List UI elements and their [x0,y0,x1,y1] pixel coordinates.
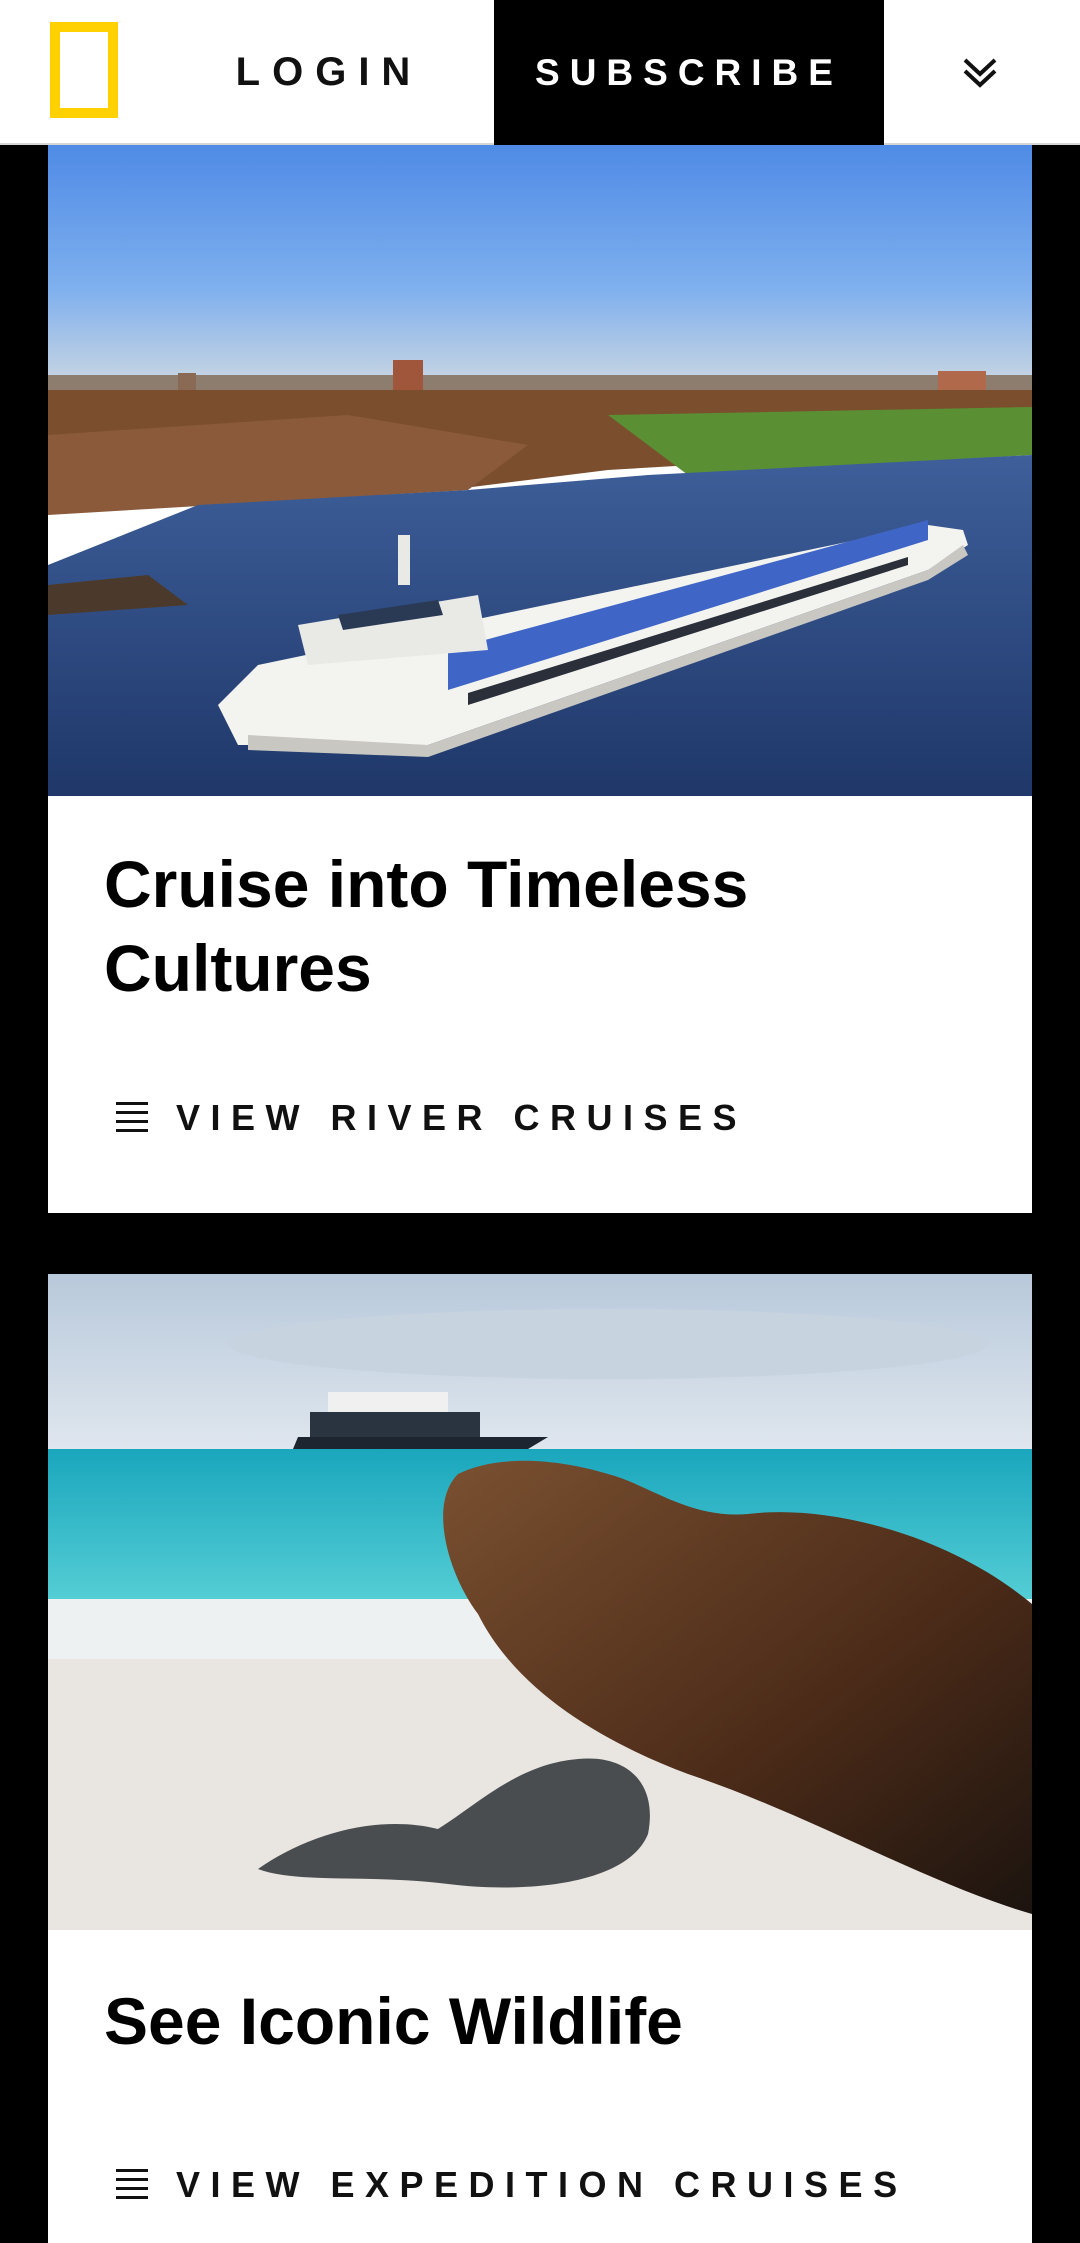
double-chevron-down-icon [963,58,997,88]
list-lines-icon [116,1102,148,1132]
river-cruises-card[interactable]: Cruise into Timeless Cultures VIEW RIVER… [48,145,1032,1213]
yellow-border-logo-icon[interactable] [50,22,118,118]
list-lines-icon [116,2169,148,2199]
top-navigation-bar: LOGIN SUBSCRIBE [0,0,1080,145]
menu-toggle-button[interactable] [940,38,1020,108]
view-expedition-cruises-link[interactable]: VIEW EXPEDITION CRUISES [114,2155,908,2215]
cta-label: VIEW EXPEDITION CRUISES [176,2164,908,2205]
view-river-cruises-link[interactable]: VIEW RIVER CRUISES [114,1088,747,1148]
subscribe-button[interactable]: SUBSCRIBE [494,0,884,145]
cta-label: VIEW RIVER CRUISES [176,1097,748,1138]
card-title: Cruise into Timeless Cultures [104,847,749,1005]
card-title: See Iconic Wildlife [104,1984,683,2058]
wildlife-photo [48,1274,1032,1930]
expedition-cruises-card[interactable]: See Iconic Wildlife VIEW EXPEDITION CRUI… [48,1274,1032,2243]
river-cruise-photo [48,145,1032,796]
login-button[interactable]: LOGIN [175,0,483,145]
